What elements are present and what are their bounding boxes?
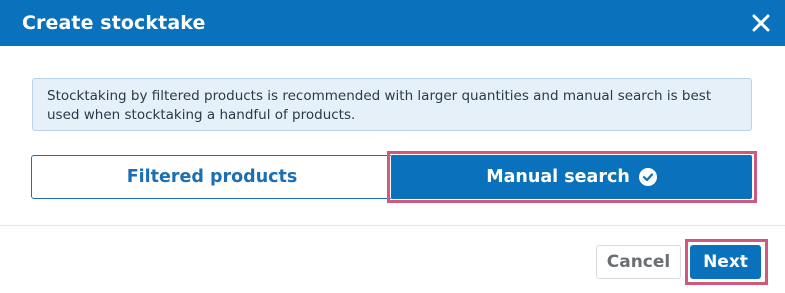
info-text: Stocktaking by filtered products is reco… bbox=[47, 88, 712, 123]
cancel-label: Cancel bbox=[606, 252, 671, 272]
close-icon[interactable] bbox=[749, 11, 773, 35]
create-stocktake-dialog: Create stocktake Stocktaking by filtered… bbox=[0, 0, 785, 293]
cancel-button[interactable]: Cancel bbox=[596, 245, 681, 279]
next-label: Next bbox=[703, 252, 748, 272]
close-icon-glyph bbox=[752, 14, 770, 32]
dialog-header: Create stocktake bbox=[0, 0, 785, 46]
filtered-products-option[interactable]: Filtered products bbox=[31, 155, 393, 199]
check-circle-icon bbox=[638, 168, 657, 186]
footer-divider bbox=[0, 225, 785, 226]
info-message: Stocktaking by filtered products is reco… bbox=[32, 78, 752, 131]
manual-search-option[interactable]: Manual search bbox=[391, 155, 752, 199]
next-button[interactable]: Next bbox=[690, 245, 761, 279]
manual-search-label: Manual search bbox=[486, 167, 630, 187]
filtered-products-label: Filtered products bbox=[126, 167, 298, 187]
dialog-title: Create stocktake bbox=[22, 12, 206, 34]
